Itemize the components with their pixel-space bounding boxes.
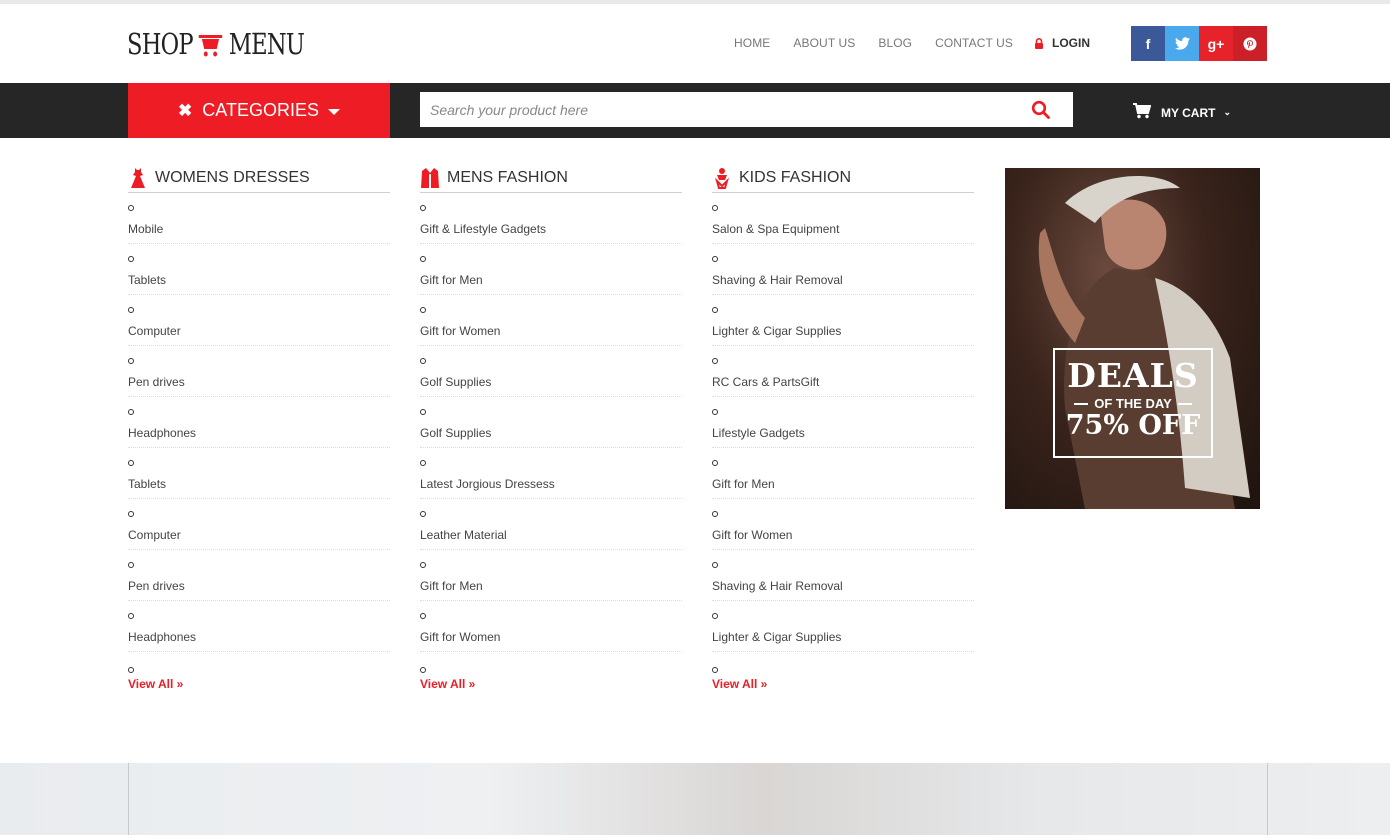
logo-text-right: MENU: [228, 27, 305, 61]
site-header: SHOP MENU HOME ABOUT US BLOG CONTACT US …: [0, 4, 1390, 83]
logo[interactable]: SHOP MENU: [127, 26, 305, 62]
nav-contact-us[interactable]: CONTACT US: [935, 36, 1013, 50]
facebook-icon[interactable]: f: [1131, 26, 1165, 61]
list-item[interactable]: Headphones: [128, 397, 390, 448]
cart-label: MY CART: [1161, 105, 1216, 120]
list-item[interactable]: Gift for Men: [420, 244, 682, 295]
jacket-icon: [420, 167, 440, 189]
list-item[interactable]: Tablets: [128, 244, 390, 295]
column-title: MENS FASHION: [447, 168, 568, 186]
list-item[interactable]: Mobile: [128, 193, 390, 244]
column-heading: KIDS FASHION: [712, 163, 974, 193]
list-item[interactable]: Gift for Women: [420, 601, 682, 652]
item-list: Gift & Lifestyle Gadgets Gift for Men Gi…: [420, 193, 682, 652]
dress-icon: [128, 167, 148, 189]
column-heading: WOMENS DRESSES: [128, 163, 390, 193]
logo-text-left: SHOP: [127, 27, 194, 61]
search-box: [420, 92, 1073, 127]
google-plus-icon[interactable]: g+: [1199, 26, 1233, 61]
item-list: Mobile Tablets Computer Pen drives Headp…: [128, 193, 390, 652]
deal-discount: 75% OFF: [1065, 410, 1201, 441]
my-cart[interactable]: MY CART ⌄: [1133, 103, 1231, 122]
list-item[interactable]: Leather Material: [420, 499, 682, 550]
cart-logo-icon: [198, 29, 225, 59]
pinterest-icon[interactable]: [1233, 26, 1267, 61]
categories-label: CATEGORIES: [202, 100, 319, 120]
column-heading: MENS FASHION: [420, 163, 682, 193]
main-nav: HOME ABOUT US BLOG CONTACT US: [734, 36, 1036, 50]
list-bullet: [712, 652, 974, 677]
menu-column-mens: MENS FASHION Gift & Lifestyle Gadgets Gi…: [420, 163, 682, 691]
column-title: KIDS FASHION: [739, 168, 852, 186]
view-all-link[interactable]: View All »: [128, 677, 390, 691]
nav-home[interactable]: HOME: [734, 36, 770, 50]
deal-box: DEALS OF THE DAY 75% OFF: [1053, 348, 1213, 458]
list-item[interactable]: Tablets: [128, 448, 390, 499]
login-link[interactable]: LOGIN: [1034, 36, 1090, 50]
menu-column-kids: KIDS FASHION Salon & Spa Equipment Shavi…: [712, 163, 974, 691]
close-icon: ✖: [178, 100, 193, 120]
list-item[interactable]: Latest Jorgious Dressess: [420, 448, 682, 499]
chevron-down-icon: ⌄: [1223, 107, 1231, 117]
caret-down-icon: [327, 108, 340, 115]
list-bullet: [128, 652, 390, 677]
list-item[interactable]: Shaving & Hair Removal: [712, 244, 974, 295]
list-item[interactable]: RC Cars & PartsGift: [712, 346, 974, 397]
social-links: f g+: [1131, 26, 1267, 61]
deal-subtitle: OF THE DAY: [1055, 396, 1211, 411]
list-item[interactable]: Gift for Men: [420, 550, 682, 601]
list-item[interactable]: Gift & Lifestyle Gadgets: [420, 193, 682, 244]
categories-toggle[interactable]: ✖ CATEGORIES: [128, 83, 390, 138]
category-bar: ✖ CATEGORIES MY CART ⌄: [0, 83, 1390, 138]
list-item[interactable]: Golf Supplies: [420, 346, 682, 397]
list-item[interactable]: Shaving & Hair Removal: [712, 550, 974, 601]
column-title: WOMENS DRESSES: [155, 168, 310, 186]
list-item[interactable]: Gift for Men: [712, 448, 974, 499]
list-item[interactable]: Lighter & Cigar Supplies: [712, 601, 974, 652]
cart-icon: [1133, 103, 1152, 122]
kid-icon: [712, 167, 732, 189]
list-item[interactable]: Headphones: [128, 601, 390, 652]
list-item[interactable]: Lifestyle Gadgets: [712, 397, 974, 448]
search-input[interactable]: [420, 92, 1020, 127]
list-item[interactable]: Lighter & Cigar Supplies: [712, 295, 974, 346]
view-all-link[interactable]: View All »: [712, 677, 974, 691]
twitter-icon[interactable]: [1165, 26, 1199, 61]
list-item[interactable]: Computer: [128, 295, 390, 346]
list-bullet: [420, 652, 682, 677]
nav-about-us[interactable]: ABOUT US: [793, 36, 855, 50]
search-icon[interactable]: [1031, 100, 1051, 120]
list-item[interactable]: Gift for Women: [420, 295, 682, 346]
view-all-link[interactable]: View All »: [420, 677, 682, 691]
deal-title: DEALS: [1067, 356, 1199, 395]
list-item[interactable]: Computer: [128, 499, 390, 550]
login-label: LOGIN: [1052, 36, 1090, 50]
list-item[interactable]: Pen drives: [128, 346, 390, 397]
list-item[interactable]: Golf Supplies: [420, 397, 682, 448]
list-item[interactable]: Pen drives: [128, 550, 390, 601]
hero-background: [0, 763, 1390, 835]
nav-blog[interactable]: BLOG: [878, 36, 912, 50]
list-item[interactable]: Gift for Women: [712, 499, 974, 550]
list-item[interactable]: Salon & Spa Equipment: [712, 193, 974, 244]
menu-column-womens: WOMENS DRESSES Mobile Tablets Computer P…: [128, 163, 390, 691]
item-list: Salon & Spa Equipment Shaving & Hair Rem…: [712, 193, 974, 652]
lock-icon: [1034, 37, 1044, 49]
deals-banner[interactable]: DEALS OF THE DAY 75% OFF: [1005, 168, 1260, 509]
